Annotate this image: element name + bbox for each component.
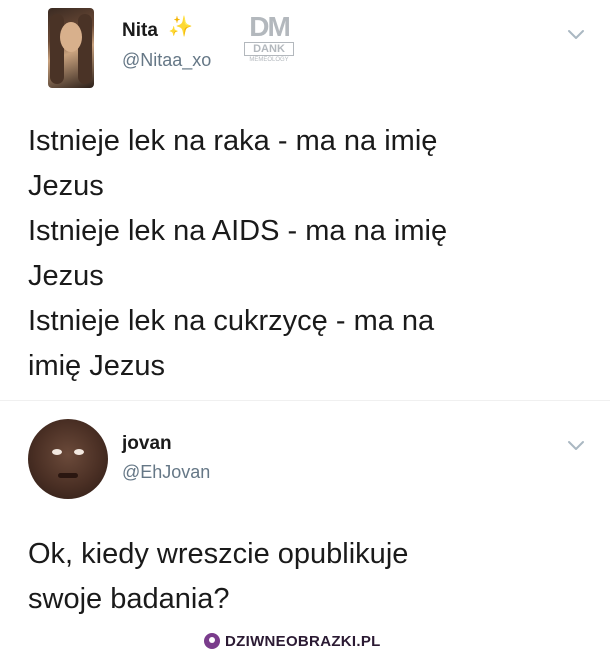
chevron-down-icon[interactable] xyxy=(566,28,586,42)
display-name[interactable]: jovan xyxy=(122,433,172,455)
site-name: DZIWNEOBRAZKI.PL xyxy=(225,632,381,650)
tweet: jovan @EhJovan Ok, kiedy wreszcie opubli… xyxy=(0,400,610,625)
user-handle[interactable]: @Nitaa_xo xyxy=(122,50,211,71)
user-handle[interactable]: @EhJovan xyxy=(122,462,210,483)
site-watermark: DZIWNEOBRAZKI.PL xyxy=(204,630,381,652)
tweet: Nita ✨ @Nitaa_xo DM DANK MEMEOLOGY Istni… xyxy=(0,0,610,400)
display-name[interactable]: Nita xyxy=(122,20,158,42)
site-logo-icon xyxy=(204,633,220,649)
watermark-subtext: MEMEOLOGY xyxy=(249,57,289,63)
tweet-text: Ok, kiedy wreszcie opublikuje swoje bada… xyxy=(28,538,409,615)
sparkle-icon: ✨ xyxy=(168,16,193,38)
watermark-text: DANK xyxy=(244,42,294,56)
watermark-logo: DM DANK MEMEOLOGY xyxy=(244,12,294,72)
watermark-mark: DM xyxy=(249,11,291,42)
tweet-text: Istnieje lek na raka - ma na imię Jezus … xyxy=(28,125,448,382)
avatar[interactable] xyxy=(48,8,94,88)
meme-screenshot: Nita ✨ @Nitaa_xo DM DANK MEMEOLOGY Istni… xyxy=(0,0,610,655)
chevron-down-icon[interactable] xyxy=(566,439,586,453)
avatar[interactable] xyxy=(28,419,108,499)
